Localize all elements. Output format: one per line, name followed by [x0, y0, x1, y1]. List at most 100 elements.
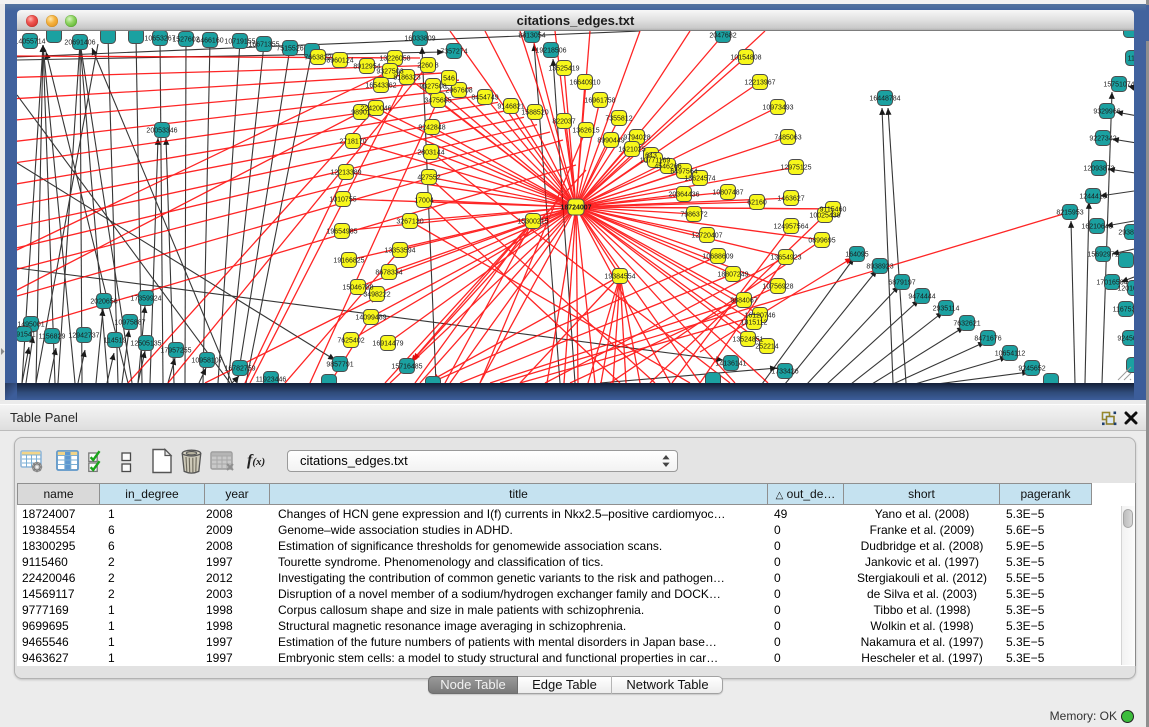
svg-text:10973493: 10973493 [762, 105, 793, 112]
svg-text:822037: 822037 [552, 119, 575, 126]
svg-text:19218506: 19218506 [535, 48, 566, 55]
svg-text:8454749: 8454749 [471, 95, 498, 102]
svg-text:8960124: 8960124 [326, 58, 353, 65]
svg-text:7357274: 7357274 [440, 49, 467, 56]
svg-text:1463627: 1463627 [777, 196, 804, 203]
svg-text:9327503: 9327503 [376, 69, 403, 76]
svg-text:10975887: 10975887 [114, 320, 145, 327]
svg-text:15046788: 15046788 [342, 285, 373, 292]
svg-text:2020656: 2020656 [90, 299, 117, 306]
svg-text:13654923: 13654923 [770, 255, 801, 262]
svg-text:7632621: 7632621 [953, 321, 980, 328]
svg-text:7625402: 7625402 [337, 338, 364, 345]
svg-text:16033809: 16033809 [404, 36, 435, 43]
svg-text:2803144: 2803144 [417, 150, 444, 157]
svg-text:1010755: 1010755 [329, 197, 356, 204]
svg-text:9146821: 9146821 [497, 104, 524, 111]
svg-text:18807249: 18807249 [717, 272, 748, 279]
svg-text:9474444: 9474444 [908, 294, 935, 301]
svg-text:17004: 17004 [414, 198, 434, 205]
svg-text:16210643: 16210643 [1081, 224, 1112, 231]
svg-text:19654985: 19654985 [326, 229, 357, 236]
svg-text:120103504: 120103504 [1117, 286, 1134, 293]
svg-text:1495001: 1495001 [17, 322, 44, 329]
svg-text:1621025: 1621025 [618, 147, 645, 154]
svg-text:13624574: 13624574 [684, 176, 715, 183]
svg-text:16671355: 16671355 [248, 42, 279, 49]
svg-text:13226058: 13226058 [379, 56, 410, 63]
svg-text:0899695: 0899695 [808, 238, 835, 245]
svg-text:13525419: 13525419 [548, 66, 579, 73]
svg-text:62160: 62160 [747, 200, 767, 207]
svg-text:9245652: 9245652 [1018, 366, 1045, 373]
svg-text:12213389: 12213389 [330, 170, 361, 177]
svg-text:7986372: 7986372 [680, 212, 707, 219]
svg-text:15716485: 15716485 [391, 364, 422, 371]
svg-text:20364436: 20364436 [668, 192, 699, 199]
svg-text:8471676: 8471676 [974, 336, 1001, 343]
svg-text:1362615: 1362615 [572, 128, 599, 135]
svg-text:3475685: 3475685 [424, 98, 451, 105]
svg-text:11923446: 11923446 [256, 377, 287, 384]
svg-text:6497564: 6497564 [670, 169, 697, 176]
svg-text:16782759: 16782759 [224, 366, 255, 373]
svg-text:1167533: 1167533 [1113, 307, 1134, 314]
svg-text:16640910: 16640910 [569, 80, 600, 87]
svg-text:15751074: 15751074 [1103, 82, 1134, 89]
svg-text:16914479: 16914479 [372, 341, 403, 348]
svg-text:2938504: 2938504 [1118, 230, 1134, 237]
svg-text:16448784: 16448784 [869, 96, 900, 103]
svg-text:3267130: 3267130 [396, 219, 423, 226]
svg-text:9857791: 9857791 [326, 362, 353, 369]
svg-text:9884067: 9884067 [730, 298, 757, 305]
svg-text:8215953: 8215953 [1056, 210, 1083, 217]
svg-text:252214: 252214 [755, 344, 778, 351]
svg-text:7515526: 7515526 [276, 46, 303, 53]
svg-text:15300215: 15300215 [517, 219, 548, 226]
svg-text:9794028: 9794028 [623, 135, 650, 142]
svg-text:1815112: 1815112 [741, 320, 768, 327]
svg-text:9227342: 9227342 [1089, 136, 1116, 143]
svg-text:15692971: 15692971 [1087, 252, 1118, 259]
svg-text:10653267: 10653267 [144, 36, 175, 43]
svg-text:1733426: 1733426 [771, 369, 798, 376]
svg-text:546: 546 [443, 76, 455, 83]
svg-text:2967608: 2967608 [445, 88, 472, 95]
svg-text:8938923: 8938923 [866, 264, 893, 271]
svg-text:7355812: 7355812 [605, 116, 632, 123]
svg-text:16543362: 16543362 [365, 83, 396, 90]
svg-text:18724007: 18724007 [560, 205, 591, 212]
svg-text:2260 8: 2260 8 [417, 63, 439, 70]
svg-text:12093873: 12093873 [1083, 166, 1114, 173]
svg-text:12942737: 12942737 [68, 333, 99, 340]
svg-text:1156829: 1156829 [39, 334, 66, 341]
svg-text:13353594: 13353594 [384, 248, 415, 255]
svg-text:14055714: 14055714 [17, 39, 46, 46]
svg-text:12720407: 12720407 [691, 233, 722, 240]
svg-text:10958107: 10958107 [191, 358, 222, 365]
svg-text:20053346: 20053346 [146, 128, 177, 135]
svg-text:10756928: 10756928 [762, 284, 793, 291]
svg-text:9327508: 9327508 [419, 84, 446, 91]
svg-text:14099489: 14099489 [355, 315, 386, 322]
svg-text:10688609: 10688609 [702, 254, 733, 261]
svg-text:111: 111 [1128, 56, 1134, 63]
svg-text:3498222: 3498222 [363, 292, 390, 299]
svg-text:114519: 114519 [104, 338, 127, 345]
svg-text:12975125: 12975125 [780, 165, 811, 172]
svg-text:6879197: 6879197 [888, 280, 915, 287]
svg-text:16961758: 16961758 [584, 98, 615, 105]
svg-text:17359924: 17359924 [130, 296, 161, 303]
svg-text:124957564: 124957564 [773, 224, 808, 231]
svg-text:391541: 391541 [17, 332, 36, 339]
svg-text:7485063: 7485063 [774, 135, 801, 142]
svg-text:10807487: 10807487 [712, 190, 743, 197]
svg-text:12213967: 12213967 [744, 80, 775, 87]
svg-text:17957255: 17957255 [160, 348, 191, 355]
svg-text:19384554: 19384554 [604, 274, 635, 281]
svg-text:8990449: 8990449 [597, 138, 624, 145]
svg-text:9242848: 9242848 [418, 125, 445, 132]
svg-text:12505135: 12505135 [130, 341, 161, 348]
svg-text:8186323: 8186323 [393, 75, 420, 82]
svg-text:13524851: 13524851 [732, 337, 763, 344]
